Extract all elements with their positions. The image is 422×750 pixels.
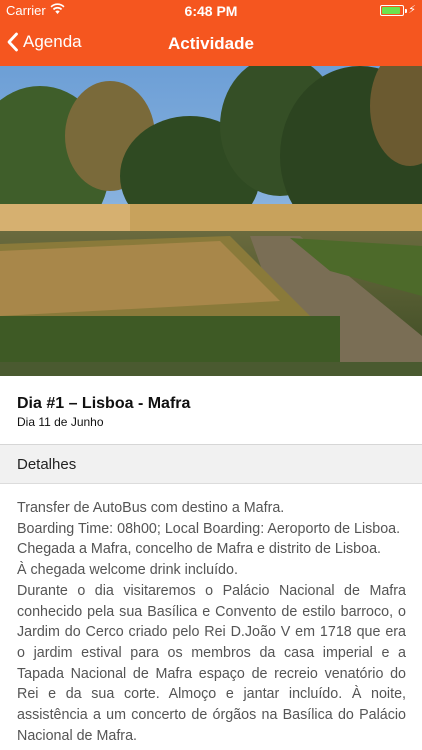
status-time: 6:48 PM xyxy=(184,3,238,19)
activity-header: Dia #1 – Lisboa - Mafra Dia 11 de Junho xyxy=(0,376,422,444)
navigation-bar: Agenda Actividade xyxy=(0,22,422,66)
details-section-label: Detalhes xyxy=(17,456,77,473)
page-title: Actividade xyxy=(168,34,254,53)
activity-title: Dia #1 – Lisboa - Mafra xyxy=(17,395,191,412)
activity-photo xyxy=(0,66,422,376)
bolt-icon: ⚡︎ xyxy=(408,4,416,16)
status-bar: Carrier 6:48 PM ⚡︎ xyxy=(0,0,422,22)
details-paragraph: À chegada welcome drink incluído. xyxy=(17,562,238,579)
details-paragraph: Boarding Time: 08h00; Local Boarding: Ae… xyxy=(17,520,401,537)
details-paragraph: Chegada a Mafra, concelho de Mafra e dis… xyxy=(17,541,381,558)
details-section-header: Detalhes xyxy=(0,444,422,484)
details-paragraph: Transfer de AutoBus com destino a Mafra. xyxy=(17,500,285,516)
activity-date: Dia 11 de Junho xyxy=(17,415,104,429)
top-bar: Carrier 6:48 PM ⚡︎ Agenda Actividade xyxy=(0,0,422,66)
details-description: Transfer de AutoBus com destino a Mafra.… xyxy=(17,498,406,746)
battery-fill xyxy=(382,7,400,14)
battery-icon xyxy=(380,5,407,16)
details-paragraph: Durante o dia visitaremos o Palácio Naci… xyxy=(17,582,406,744)
